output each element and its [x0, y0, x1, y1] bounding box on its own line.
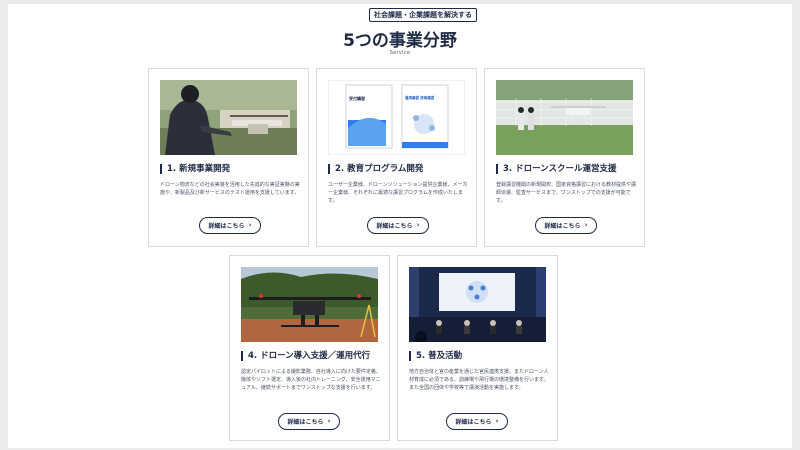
details-button-label: 詳細はこちら: [287, 419, 324, 426]
card-description: 地方自治体と官の産業を通じた官民連携支援。またドローン人材育成に必須である、訓練…: [409, 369, 549, 392]
section-subtitle: Service: [389, 50, 411, 56]
section-eyebrow: 社会課題・企業課題を解決する: [369, 8, 477, 22]
card-title: 4. ドローン導入支援／運用代行: [241, 351, 386, 361]
card-title: 3. ドローンスクール運営支援: [496, 164, 641, 174]
drone-school-photo: [496, 80, 633, 155]
details-button-label: 詳細はこちら: [208, 223, 245, 230]
card-description: ユーザー企業様、ドローンソリューション提供企業様、メーカー企業様、それぞれに最適…: [328, 182, 468, 205]
service-card-drone-school: 3. ドローンスクール運営支援 登録講習機関の新規開校、国家資格講習における教材…: [484, 68, 645, 247]
details-button[interactable]: 詳細はこちら ›: [446, 413, 508, 430]
drone-operator-photo: [160, 80, 297, 155]
card-title: 1. 新規事業開発: [160, 164, 305, 174]
chevron-right-icon: ›: [584, 221, 588, 229]
details-button[interactable]: 詳細はこちら ›: [535, 217, 597, 234]
seminar-photo: [409, 267, 546, 342]
details-button-label: 詳細はこちら: [455, 419, 492, 426]
service-card-education-program: 受付講習 運用講習 技術講習 2. 教育プログラム開発 ユーザー企業様、ドローン…: [316, 68, 477, 247]
card-description: 認定パイロットによる撮影業務、自社導入に向けた要件定義、機体やソフト選定、導入後…: [241, 369, 381, 392]
card-title: 2. 教育プログラム開発: [328, 164, 473, 174]
details-button-label: 詳細はこちら: [376, 223, 413, 230]
service-card-drone-introduction: 4. ドローン導入支援／運用代行 認定パイロットによる撮影業務、自社導入に向けた…: [229, 255, 390, 441]
industrial-drone-photo: [241, 267, 378, 342]
card-description: 登録講習機関の新規開校、国家資格講習における教材提供や講師派遣、監査サービスまで…: [496, 182, 637, 205]
details-button[interactable]: 詳細はこちら ›: [367, 217, 429, 234]
card-description: ドローン物流などの社会実装を活用した先進的な実証実験の実施や、新製品及び新サービ…: [160, 182, 300, 197]
book-right-title: 運用講習 技術講習: [405, 96, 435, 100]
chevron-right-icon: ›: [416, 221, 420, 229]
chevron-right-icon: ›: [495, 417, 499, 425]
service-card-new-business: 1. 新規事業開発 ドローン物流などの社会実装を活用した先進的な実証実験の実施や…: [148, 68, 309, 247]
chevron-right-icon: ›: [248, 221, 252, 229]
service-card-promotion: 5. 普及活動 地方自治体と官の産業を通じた官民連携支援。またドローン人材育成に…: [397, 255, 558, 441]
chevron-right-icon: ›: [327, 417, 331, 425]
section-title: 5つの事業分野: [343, 31, 457, 51]
book-left-title: 受付講習: [349, 96, 365, 101]
details-button-label: 詳細はこちら: [544, 223, 581, 230]
card-title: 5. 普及活動: [409, 351, 554, 361]
details-button[interactable]: 詳細はこちら ›: [278, 413, 340, 430]
details-button[interactable]: 詳細はこちら ›: [199, 217, 261, 234]
textbook-photo: 受付講習 運用講習 技術講習: [328, 80, 465, 155]
